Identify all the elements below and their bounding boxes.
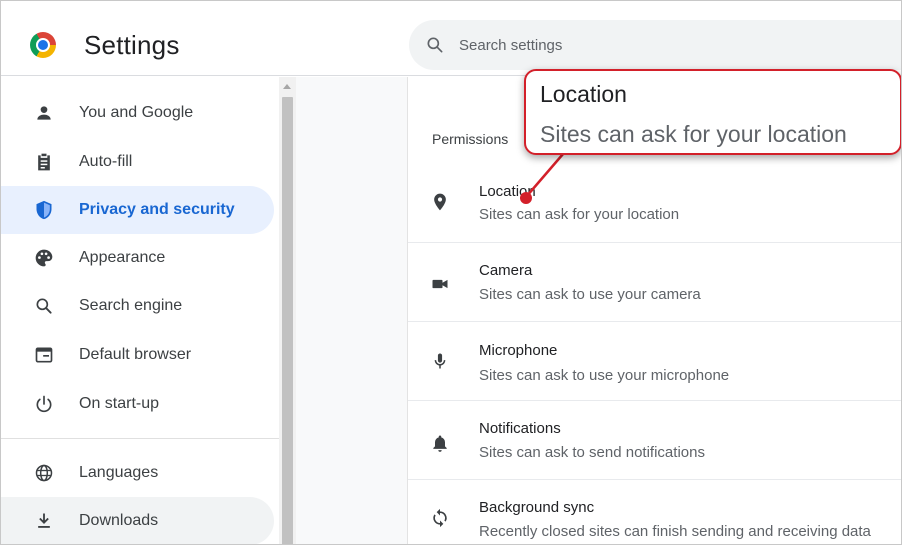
sidebar-item-appearance[interactable]: Appearance bbox=[0, 234, 274, 282]
permission-row-camera[interactable]: Camera Sites can ask to use your camera bbox=[408, 242, 902, 322]
power-icon bbox=[36, 395, 52, 413]
sidebar-item-label: Auto-fill bbox=[79, 153, 133, 170]
scrollbar-thumb[interactable] bbox=[282, 97, 293, 545]
permission-row-background-sync[interactable]: Background sync Recently closed sites ca… bbox=[408, 479, 902, 545]
globe-icon bbox=[35, 464, 53, 482]
sidebar-item-privacy-and-security[interactable]: Privacy and security bbox=[0, 186, 274, 234]
camera-icon bbox=[432, 279, 448, 289]
sidebar-item-auto-fill[interactable]: Auto-fill bbox=[0, 138, 274, 186]
download-icon bbox=[38, 513, 50, 528]
permission-description: Sites can ask to use your camera bbox=[479, 286, 701, 303]
microphone-icon bbox=[434, 353, 446, 369]
permission-row-microphone[interactable]: Microphone Sites can ask to use your mic… bbox=[408, 321, 902, 401]
sidebar-item-languages[interactable]: Languages bbox=[0, 449, 274, 497]
header: Settings bbox=[0, 0, 902, 76]
sidebar-item-label: Search engine bbox=[79, 297, 183, 314]
permissions-heading: Permissions bbox=[432, 131, 509, 147]
bell-icon bbox=[433, 435, 447, 452]
sidebar-item-downloads[interactable]: Downloads bbox=[0, 497, 274, 545]
permission-row-notifications[interactable]: Notifications Sites can ask to send noti… bbox=[408, 400, 902, 480]
sidebar: You and Google Auto-fill Privacy and sec… bbox=[0, 77, 279, 545]
sidebar-scrollbar[interactable] bbox=[279, 77, 296, 545]
permission-row-location[interactable]: Location Sites can ask for your location bbox=[408, 163, 902, 243]
palette-icon bbox=[35, 249, 53, 267]
sidebar-item-on-start-up[interactable]: On start-up bbox=[0, 380, 274, 428]
permission-description: Sites can ask to use your microphone bbox=[479, 367, 730, 384]
search-icon bbox=[36, 298, 52, 314]
clipboard-icon bbox=[38, 153, 50, 171]
permission-title: Notifications bbox=[479, 420, 561, 437]
sidebar-item-label: Languages bbox=[79, 464, 159, 481]
chrome-logo-icon bbox=[30, 32, 56, 58]
permission-title: Background sync bbox=[479, 499, 595, 516]
sidebar-item-label: Default browser bbox=[79, 346, 192, 363]
sidebar-item-you-and-google[interactable]: You and Google bbox=[0, 89, 274, 137]
sidebar-item-label: Privacy and security bbox=[79, 201, 235, 218]
permission-description: Sites can ask to send notifications bbox=[479, 444, 705, 461]
callout-title: Location bbox=[540, 81, 627, 107]
callout-description: Sites can ask for your location bbox=[540, 121, 847, 147]
search-input[interactable] bbox=[459, 20, 879, 70]
sidebar-item-search-engine[interactable]: Search engine bbox=[0, 282, 274, 330]
sidebar-item-label: Appearance bbox=[79, 249, 166, 266]
permission-description: Recently closed sites can finish sending… bbox=[479, 523, 871, 540]
shield-icon bbox=[36, 200, 52, 220]
callout-box: Location Sites can ask for your location bbox=[524, 69, 902, 155]
scroll-up-arrow-icon[interactable] bbox=[283, 84, 291, 89]
browser-window-icon bbox=[35, 347, 53, 363]
location-pin-icon bbox=[434, 193, 446, 211]
sidebar-divider bbox=[0, 438, 279, 439]
search-icon bbox=[427, 37, 443, 53]
sidebar-item-label: You and Google bbox=[79, 104, 194, 121]
person-icon bbox=[37, 106, 51, 120]
page-title: Settings bbox=[84, 30, 180, 60]
permission-title: Camera bbox=[479, 262, 533, 279]
search-box[interactable] bbox=[409, 20, 902, 70]
permission-description: Sites can ask for your location bbox=[479, 206, 680, 223]
sidebar-item-label: On start-up bbox=[79, 395, 160, 412]
permission-title: Microphone bbox=[479, 342, 558, 359]
sidebar-item-label: Downloads bbox=[79, 512, 159, 529]
sync-icon bbox=[433, 508, 447, 528]
permission-title: Location bbox=[479, 183, 536, 200]
sidebar-item-default-browser[interactable]: Default browser bbox=[0, 331, 274, 379]
